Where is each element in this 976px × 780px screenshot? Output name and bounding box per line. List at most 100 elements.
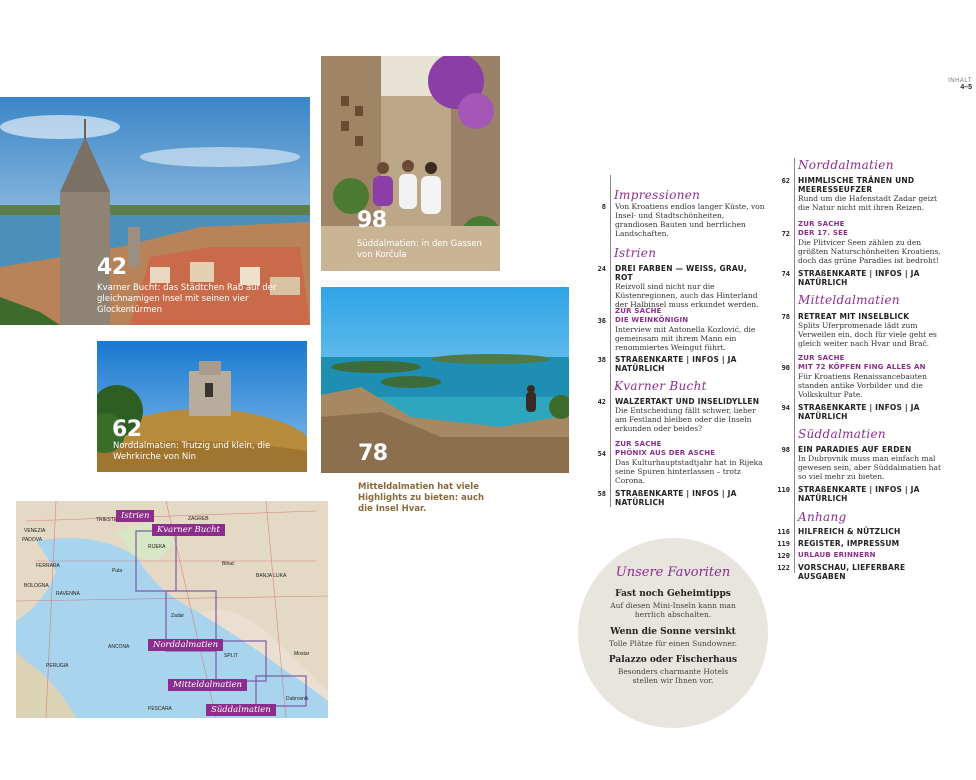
map-place: BANJA LUKA (256, 573, 287, 579)
section-heading-mitteldalmatien: Mitteldalmatien (798, 293, 900, 307)
entry-page: 38 (597, 356, 606, 364)
entry-page: 120 (777, 552, 790, 560)
section-heading-impressionen: Impressionen (614, 188, 701, 202)
toc-entry[interactable]: HIMMLISCHE TRÄNEN UND MEERESSEUFZER Rund… (798, 176, 948, 212)
map-place: RIJEKA (148, 544, 166, 550)
photo-number: 98 (357, 208, 387, 233)
entry-page: 94 (781, 404, 790, 412)
region-map[interactable]: Istrien Kvarner Bucht Norddalmatien Mitt… (16, 501, 328, 718)
entry-title[interactable]: REGISTER, IMPRESSUM (798, 539, 948, 548)
entry-body: Interview mit Antonella Kozlović, die ge… (615, 325, 756, 352)
map-place: PERUGIA (46, 663, 69, 669)
entry-title[interactable]: STRAßENKARTE | INFOS | JA NATÜRLICH (615, 489, 765, 507)
map-label-sueddalmatien[interactable]: Süddalmatien (206, 704, 276, 716)
entry-page: 42 (597, 398, 606, 406)
entry-series: ZUR SACHE (615, 440, 662, 448)
map-label-kvarner[interactable]: Kvarner Bucht (152, 524, 225, 536)
favorite-title[interactable]: Wenn die Sonne versinkt (588, 627, 758, 637)
map-place: RAVENNA (56, 591, 80, 597)
map-place: PADOVA (22, 537, 43, 543)
entry-page: 62 (781, 177, 790, 185)
entry-title[interactable]: STRAßENKARTE | INFOS | JA NATÜRLICH (798, 269, 948, 287)
toc-divider (794, 158, 795, 573)
entry-body: Rund um die Hafenstadt Zadar geizt die N… (798, 194, 937, 212)
photo-korcula: 98 Süddalmatien: in den Gassen von Korču… (321, 56, 500, 271)
entry-page: 72 (781, 230, 790, 238)
entry-series: ZUR SACHE (798, 354, 845, 362)
entry-title[interactable]: STRAßENKARTE | INFOS | JA NATÜRLICH (615, 355, 765, 373)
map-place: Pula (112, 568, 123, 574)
page-range: 4–5 (960, 84, 972, 91)
entry-title: DREI FARBEN — WEISS, GRAU, ROT (615, 264, 747, 282)
map-label-istrien[interactable]: Istrien (116, 510, 155, 522)
entry-title: EIN PARADIES AUF ERDEN (798, 445, 912, 454)
favorite-body: Auf diesen Mini-Inseln kann man herrlich… (610, 601, 736, 619)
toc-entry[interactable]: RETREAT MIT INSELBLICK Splits Uferpromen… (798, 312, 948, 348)
entry-body: Reizvoll sind nicht nur die Küstenregion… (615, 282, 759, 309)
photo-hvar-caption: Mitteldalmatien hat viele Highlights zu … (358, 482, 485, 514)
map-place: BOLOGNA (24, 583, 49, 589)
map-label-norddalmatien[interactable]: Norddalmatien (148, 639, 224, 651)
entry-page: 74 (781, 270, 790, 278)
photo-caption: Norddalmatien: Trutzig und klein, die We… (113, 441, 271, 462)
photo-nin: 62 Norddalmatien: Trutzig und klein, die… (97, 341, 307, 472)
entry-title[interactable]: URLAUB ERINNERN (798, 551, 948, 560)
entry-body: Das Kulturhauptstadtjahr hat in Rijeka s… (615, 458, 763, 485)
photo-caption: Kvarner Bucht: das Städtchen Rab auf der… (97, 283, 277, 315)
toc-entry[interactable]: WALZERTAKT UND INSELIDYLLEN Die Entschei… (615, 397, 765, 433)
section-heading-anhang: Anhang (798, 510, 847, 524)
entry-title: DER 17. SEE (798, 229, 849, 237)
entry-title: WALZERTAKT UND INSELIDYLLEN (615, 397, 760, 406)
toc-entry[interactable]: DREI FARBEN — WEISS, GRAU, ROT Reizvoll … (615, 264, 765, 309)
favorite-body: Besonders charmante Hotels stellen wir I… (617, 667, 729, 685)
section-heading-sueddalmatien: Süddalmatien (798, 427, 886, 441)
entry-title[interactable]: STRAßENKARTE | INFOS | JA NATÜRLICH (798, 485, 948, 503)
entry-body: In Dubrovnik muss man einfach mal gewese… (798, 454, 941, 481)
map-place: PESCARA (148, 706, 172, 712)
entry-title: MIT 72 KÖPFEN FING ALLES AN (798, 363, 926, 371)
map-place: Zadar (171, 613, 185, 619)
favorites-heading: Unsere Favoriten (615, 565, 731, 580)
entry-page: 78 (781, 313, 790, 321)
favorite-title[interactable]: Fast noch Geheimtipps (588, 589, 758, 599)
entry-title: DIE WEINKÖNIGIN (615, 316, 689, 324)
section-heading-kvarner: Kvarner Bucht (614, 379, 707, 393)
map-place: SPLIT (224, 653, 238, 659)
map-label-mitteldalmatien[interactable]: Mitteldalmatien (168, 679, 247, 691)
entry-title[interactable]: VORSCHAU, LIEFERBARE AUSGABEN (798, 563, 948, 581)
entry-body: Die Plitvicer Seen zählen zu den größten… (798, 238, 941, 265)
entry-title[interactable]: STRAßENKARTE | INFOS | JA NATÜRLICH (798, 403, 948, 421)
favorite-title[interactable]: Palazzo oder Fischerhaus (588, 655, 758, 665)
toc-divider (610, 175, 611, 507)
toc-entry[interactable]: ZUR SACHE DIE WEINKÖNIGIN Interview mit … (615, 307, 765, 352)
toc-entry[interactable]: ZUR SACHE DER 17. SEE Die Plitvicer Seen… (798, 220, 948, 265)
map-place: FERRARA (36, 563, 60, 569)
entry-page: 58 (597, 490, 606, 498)
entry-title[interactable]: HILFREICH & NÜTZLICH (798, 527, 948, 536)
entry-page: 122 (777, 564, 790, 572)
photo-number: 42 (97, 255, 127, 280)
entry-page: 119 (777, 540, 790, 548)
entry-body: Für Kroatiens Renaissancebauten standen … (798, 372, 927, 399)
entry-page: 54 (597, 450, 606, 458)
map-place: ANCONA (108, 644, 130, 650)
map-place: Dubrovnik (286, 696, 309, 702)
section-heading-norddalmatien: Norddalmatien (798, 158, 894, 172)
map-place: Bihać (222, 561, 235, 567)
photo-hvar: 78 (321, 287, 569, 473)
entry-body: Von Kroatiens endlos langer Küste, von I… (615, 202, 765, 238)
toc-entry[interactable]: ZUR SACHE MIT 72 KÖPFEN FING ALLES AN Fü… (798, 354, 948, 399)
map-place: ZAGREB (188, 516, 209, 522)
entry-series: ZUR SACHE (615, 307, 662, 315)
photo-number: 62 (112, 417, 142, 442)
entry-page: 116 (777, 528, 790, 536)
section-marker: INHALT 4–5 (940, 78, 972, 91)
photo-number: 78 (358, 441, 388, 466)
photo-rab: 42 Kvarner Bucht: das Städtchen Rab auf … (0, 97, 310, 325)
map-place: Mostar (294, 651, 310, 657)
toc-entry[interactable]: EIN PARADIES AUF ERDEN In Dubrovnik muss… (798, 445, 948, 481)
entry-body: Die Entscheidung fällt schwer, lieber am… (615, 406, 756, 433)
toc-entry[interactable]: ZUR SACHE PHÖNIX AUS DER ASCHE Das Kultu… (615, 440, 765, 485)
entry-title: HIMMLISCHE TRÄNEN UND MEERESSEUFZER (798, 176, 915, 194)
entry-body: Splits Uferpromenade lädt zum Verweilen … (798, 321, 937, 348)
